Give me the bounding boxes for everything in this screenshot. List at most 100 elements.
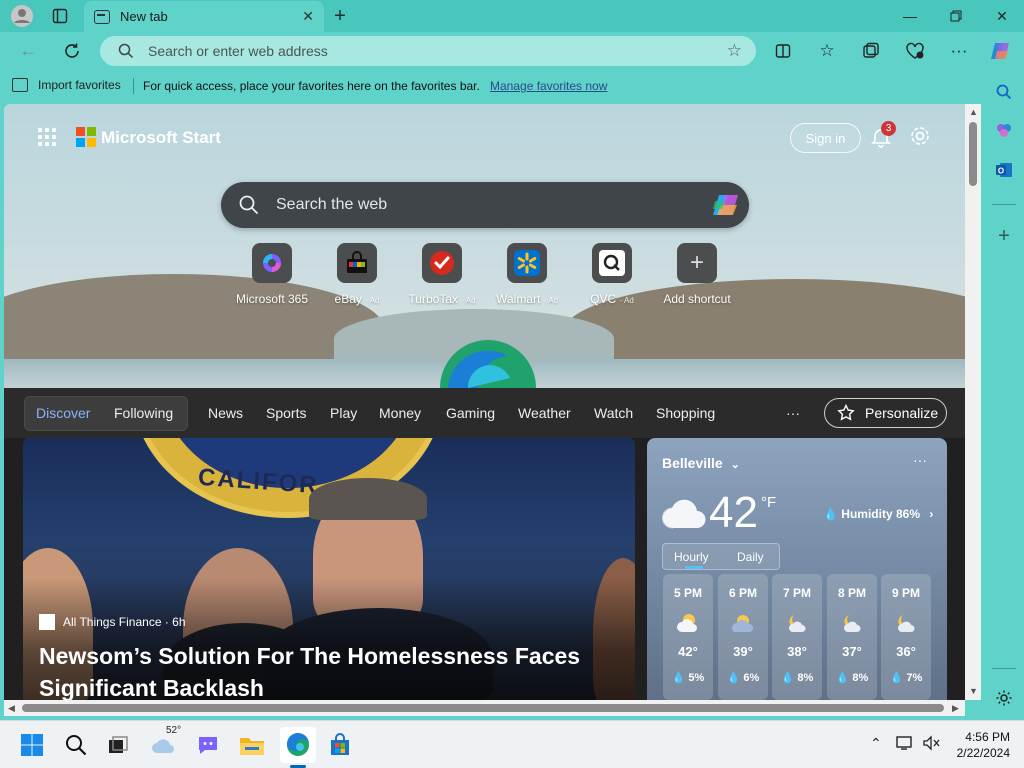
sidebar-search-icon[interactable]	[990, 78, 1018, 106]
cloudy-night-icon	[675, 612, 701, 634]
shortcut-microsoft-365[interactable]: Microsoft 365	[227, 243, 317, 306]
sign-in-button[interactable]: Sign in	[790, 123, 861, 153]
notification-count-badge: 3	[881, 121, 896, 136]
task-view-icon[interactable]	[100, 727, 136, 763]
address-input[interactable]	[148, 42, 708, 60]
browser-essentials-icon[interactable]	[900, 36, 930, 66]
weather-humidity[interactable]: 💧 Humidity 86% ›	[823, 507, 933, 521]
personalize-button[interactable]: Personalize	[824, 398, 947, 428]
network-display-icon[interactable]	[896, 735, 914, 754]
news-hero-card[interactable]: CALIFOR All Things Finance · 6h Newsom’s…	[23, 438, 635, 700]
shortcut-label: eBay	[334, 292, 362, 306]
horizontal-scroll-thumb[interactable]	[22, 704, 944, 712]
new-tab-favicon-icon	[94, 9, 110, 24]
hourly-forecast-item[interactable]: 7 PM 38° 💧 8%	[772, 574, 822, 700]
nav-news[interactable]: News	[208, 405, 243, 421]
show-hidden-icons-chevron-icon[interactable]: ⌃	[870, 735, 882, 752]
taskbar-search-icon[interactable]	[58, 727, 94, 763]
scroll-left-arrow-icon[interactable]: ◀	[8, 703, 15, 714]
weather-unit[interactable]: °F	[761, 494, 776, 511]
hour-temp: 39°	[733, 644, 753, 659]
sidebar-outlook-icon[interactable]: O	[990, 156, 1018, 184]
sidebar-separator	[992, 204, 1016, 205]
weather-more-options[interactable]: ···	[913, 452, 927, 468]
nav-gaming[interactable]: Gaming	[446, 405, 495, 421]
nav-weather[interactable]: Weather	[518, 405, 571, 421]
nav-sports[interactable]: Sports	[266, 405, 306, 421]
nav-shopping[interactable]: Shopping	[656, 405, 715, 421]
favorites-icon[interactable]: ☆	[812, 36, 842, 66]
nav-play[interactable]: Play	[330, 405, 357, 421]
add-shortcut-plus-icon: +	[677, 243, 717, 283]
svg-text:O: O	[998, 167, 1004, 176]
hourly-forecast-item[interactable]: 5 PM 42° 💧 5%	[663, 574, 713, 700]
nav-watch[interactable]: Watch	[594, 405, 633, 421]
sidebar-add-plus-icon[interactable]: +	[990, 222, 1018, 250]
collections-icon[interactable]	[856, 36, 886, 66]
horizontal-scrollbar[interactable]: ◀ ▶	[4, 700, 965, 716]
tab-daily[interactable]: Daily	[737, 550, 764, 564]
system-clock[interactable]: 4:56 PM 2/22/2024	[940, 729, 1010, 761]
vertical-scrollbar[interactable]: ▲ ▼	[965, 104, 981, 700]
raindrop-icon: 💧	[835, 672, 850, 684]
page-settings-gear-icon[interactable]	[909, 125, 931, 153]
copilot-search-icon[interactable]	[711, 192, 741, 218]
web-search-box[interactable]: Search the web	[221, 182, 749, 228]
ad-label: · Ad	[619, 296, 634, 305]
hourly-forecast-item[interactable]: 8 PM 37° 💧 8%	[827, 574, 877, 700]
hourly-forecast-item[interactable]: 9 PM 36° 💧 7%	[881, 574, 931, 700]
news-source[interactable]: All Things Finance · 6h	[39, 614, 186, 630]
weather-card[interactable]: Belleville ⌄ ··· 42 °F 💧 Humidity 86% › …	[647, 438, 947, 700]
import-favorites-button[interactable]: Import favorites	[12, 78, 121, 92]
copilot-icon[interactable]	[986, 36, 1016, 66]
tab-actions-icon[interactable]	[46, 4, 74, 28]
close-tab-icon[interactable]: ✕	[302, 8, 314, 25]
taskbar-edge-icon[interactable]	[280, 727, 316, 763]
refresh-icon[interactable]	[57, 36, 87, 66]
scroll-right-arrow-icon[interactable]: ▶	[952, 703, 959, 714]
close-window-button[interactable]: ✕	[980, 4, 1024, 28]
taskbar-weather-widget[interactable]: 52°	[146, 725, 182, 763]
sidebar-settings-gear-icon[interactable]	[990, 684, 1018, 712]
clock-date: 2/22/2024	[956, 746, 1010, 760]
apps-launcher-icon[interactable]	[38, 128, 56, 146]
tab-new-tab[interactable]: New tab ✕	[84, 1, 324, 32]
restore-button[interactable]	[934, 4, 978, 28]
settings-more-icon[interactable]: ···	[944, 36, 974, 66]
nav-following[interactable]: Following	[114, 405, 173, 421]
split-screen-icon[interactable]	[768, 36, 798, 66]
nav-discover[interactable]: Discover	[36, 405, 90, 421]
volume-muted-icon[interactable]	[922, 735, 940, 754]
shortcut-add[interactable]: + Add shortcut	[652, 243, 742, 306]
ad-label: · Ad	[543, 296, 558, 305]
scroll-up-arrow-icon[interactable]: ▲	[969, 107, 978, 117]
vertical-scroll-thumb[interactable]	[969, 122, 977, 186]
file-explorer-icon[interactable]	[234, 727, 270, 763]
minimize-button[interactable]: —	[888, 4, 932, 28]
rain-chance: 6%	[743, 672, 760, 684]
back-arrow-icon[interactable]: ←	[13, 36, 43, 66]
start-button-windows-icon[interactable]	[14, 727, 50, 763]
shortcut-ebay[interactable]: eBay · Ad	[312, 243, 402, 306]
nav-more[interactable]: ···	[786, 405, 800, 421]
news-headline[interactable]: Newsom’s Solution For The Homelessness F…	[39, 640, 619, 700]
shortcut-qvc[interactable]: QVC · Ad	[567, 243, 657, 306]
hourly-forecast-item[interactable]: 6 PM 39° 💧 6%	[718, 574, 768, 700]
weather-location[interactable]: Belleville ⌄	[662, 455, 740, 471]
microsoft-store-icon[interactable]	[322, 727, 358, 763]
nav-money[interactable]: Money	[379, 405, 421, 421]
tab-hourly[interactable]: Hourly	[674, 550, 709, 564]
active-tab-indicator	[685, 566, 703, 569]
scroll-down-arrow-icon[interactable]: ▼	[969, 686, 978, 696]
sidebar-copilot-icon[interactable]	[990, 116, 1018, 144]
profile-avatar-icon[interactable]	[8, 4, 36, 28]
add-favorite-star-icon[interactable]: ☆	[727, 41, 742, 61]
teams-chat-icon[interactable]	[190, 727, 226, 763]
shortcut-turbotax[interactable]: TurboTax · Ad	[397, 243, 487, 306]
address-bar[interactable]: ☆	[100, 36, 756, 66]
manage-favorites-link[interactable]: Manage favorites now	[490, 79, 607, 93]
microsoft-start-title[interactable]: Microsoft Start	[101, 128, 221, 148]
new-tab-plus-icon[interactable]: +	[326, 4, 354, 28]
shortcut-walmart[interactable]: Walmart · Ad	[482, 243, 572, 306]
hour-temp: 38°	[787, 644, 807, 659]
